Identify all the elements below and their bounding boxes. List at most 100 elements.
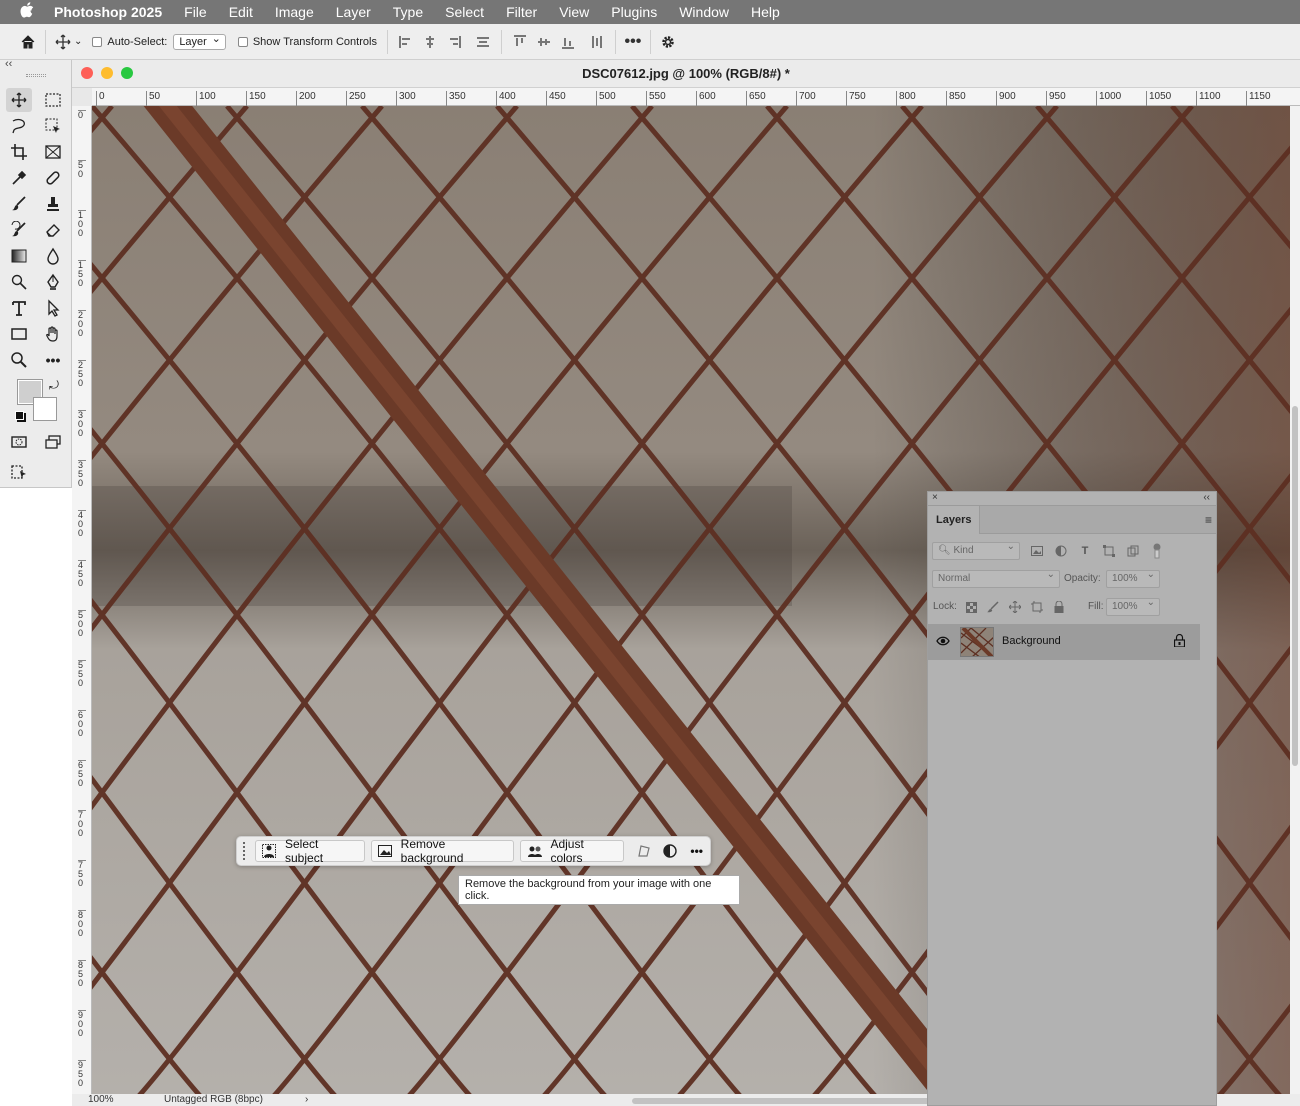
path-selection-tool[interactable] [40,296,66,320]
menu-view[interactable]: View [559,4,589,20]
menu-image[interactable]: Image [275,4,314,20]
menu-window[interactable]: Window [679,4,729,20]
menu-select[interactable]: Select [445,4,484,20]
menu-type[interactable]: Type [393,4,423,20]
zoom-level[interactable]: 100% [88,1094,114,1105]
menu-plugins[interactable]: Plugins [611,4,657,20]
filter-pixel-icon[interactable] [1028,542,1046,560]
lock-transparency-icon[interactable] [962,598,980,616]
brush-tool[interactable] [6,192,32,216]
status-more-icon[interactable]: › [305,1094,308,1105]
select-subject-button[interactable]: Select subject [254,837,365,865]
align-bottom-icon[interactable] [559,33,577,51]
filter-type-icon[interactable]: T [1076,542,1094,560]
more-options-icon[interactable]: ••• [683,840,710,862]
ruler-tick-label: 950 [78,1060,86,1088]
menu-filter[interactable]: Filter [506,4,537,20]
frame-tool[interactable] [40,140,66,164]
distribute-vertical-icon[interactable] [474,33,492,51]
opacity-input[interactable]: 100% [1106,569,1160,588]
transform-icon[interactable] [630,840,657,862]
move-tool-icon[interactable] [52,31,74,53]
clone-stamp-tool[interactable] [40,192,66,216]
align-hcenter-icon[interactable] [421,33,439,51]
lock-position-icon[interactable] [1006,598,1024,616]
lasso-tool[interactable] [6,114,32,138]
gear-icon[interactable] [657,31,679,53]
lock-pixels-icon[interactable] [984,598,1002,616]
default-colors-icon[interactable] [15,411,24,420]
pen-tool[interactable] [40,270,66,294]
auto-select-label: Auto-Select: [107,35,168,48]
fill-input[interactable]: 100% [1106,597,1160,616]
taskbar-grip[interactable] [243,842,247,860]
apple-icon[interactable] [0,2,54,22]
distribute-horizontal-icon[interactable] [588,33,606,51]
eraser-tool[interactable] [40,218,66,242]
layer-row[interactable]: Background [928,624,1200,660]
ruler-tick-label: 750 [78,860,86,888]
more-options-icon[interactable]: ••• [622,31,644,53]
dodge-tool[interactable] [6,270,32,294]
type-tool[interactable] [6,296,32,320]
object-selection-tool[interactable] [40,114,66,138]
filter-adjustment-icon[interactable] [1052,542,1070,560]
filter-shape-icon[interactable] [1100,542,1118,560]
hand-tool[interactable] [40,322,66,346]
menu-edit[interactable]: Edit [229,4,253,20]
adjustment-layer-icon[interactable] [657,840,684,862]
horizontal-ruler[interactable]: 0 50 100 150 200 250 300 350 400 450 500 550 600 650 7… [92,88,1300,106]
blur-tool[interactable] [40,244,66,268]
filter-kind-dropdown[interactable]: 🔍︎ Kind [932,541,1020,560]
crop-tool[interactable] [6,140,32,164]
auto-select-checkbox[interactable] [92,36,103,47]
tab-layers[interactable]: Layers [928,506,981,534]
gradient-tool[interactable] [6,244,32,268]
history-brush-tool[interactable] [6,218,32,242]
vertical-ruler[interactable]: 0 50 100 150 200 250 300 350 400 450 500 550 600 650 7… [72,106,92,1094]
align-vcenter-icon[interactable] [535,33,553,51]
menu-help[interactable]: Help [751,4,780,20]
zoom-tool[interactable] [6,348,32,372]
auto-select-dropdown[interactable]: Layer [173,32,226,50]
rectangle-tool[interactable] [6,322,32,346]
swap-colors-icon[interactable]: ⤾ [49,378,59,393]
close-panel-icon[interactable]: × [932,492,938,503]
eye-icon[interactable] [936,634,950,653]
more-tools-icon[interactable]: ••• [40,348,66,372]
blend-mode-dropdown[interactable]: Normal [932,569,1060,588]
panel-grip[interactable] [26,74,46,77]
menu-layer[interactable]: Layer [336,4,371,20]
collapse-icon[interactable]: ‹‹ [5,58,12,70]
align-left-icon[interactable] [397,33,415,51]
healing-brush-tool[interactable] [40,166,66,190]
scroll-thumb[interactable] [1292,406,1298,766]
layer-name[interactable]: Background [1002,635,1061,647]
app-menu[interactable]: Photoshop 2025 [54,4,162,20]
show-transform-checkbox[interactable] [237,36,248,47]
background-color-swatch[interactable] [33,397,57,421]
align-right-icon[interactable] [445,33,463,51]
panel-menu-icon[interactable]: ≡ [1205,513,1212,527]
remove-background-button[interactable]: Remove background [370,837,515,865]
home-icon[interactable] [17,31,39,53]
eyedropper-tool[interactable] [6,166,32,190]
quick-mask-icon[interactable] [6,430,32,454]
lock-all-icon[interactable] [1050,598,1068,616]
align-top-icon[interactable] [511,33,529,51]
menu-file[interactable]: File [184,4,207,20]
collapse-panel-icon[interactable]: ‹‹ [1203,492,1210,503]
horizontal-scroll-thumb[interactable] [632,1098,932,1104]
ruler-tick-label: 50 [146,91,160,106]
contextual-task-bar: Select subject Remove background Adjust … [236,836,711,866]
adjust-colors-button[interactable]: Adjust colors [520,837,625,865]
filter-smart-object-icon[interactable] [1124,542,1142,560]
marquee-tool[interactable] [40,88,66,112]
vertical-scrollbar[interactable] [1290,106,1300,1094]
move-tool[interactable] [6,88,32,112]
screen-mode-icon[interactable] [40,430,66,454]
lock-artboard-icon[interactable] [1028,598,1046,616]
edit-toolbar-icon[interactable] [6,460,32,484]
filter-toggle-icon[interactable] [1148,542,1166,560]
chevron-down-icon[interactable]: ⌄ [74,36,82,47]
